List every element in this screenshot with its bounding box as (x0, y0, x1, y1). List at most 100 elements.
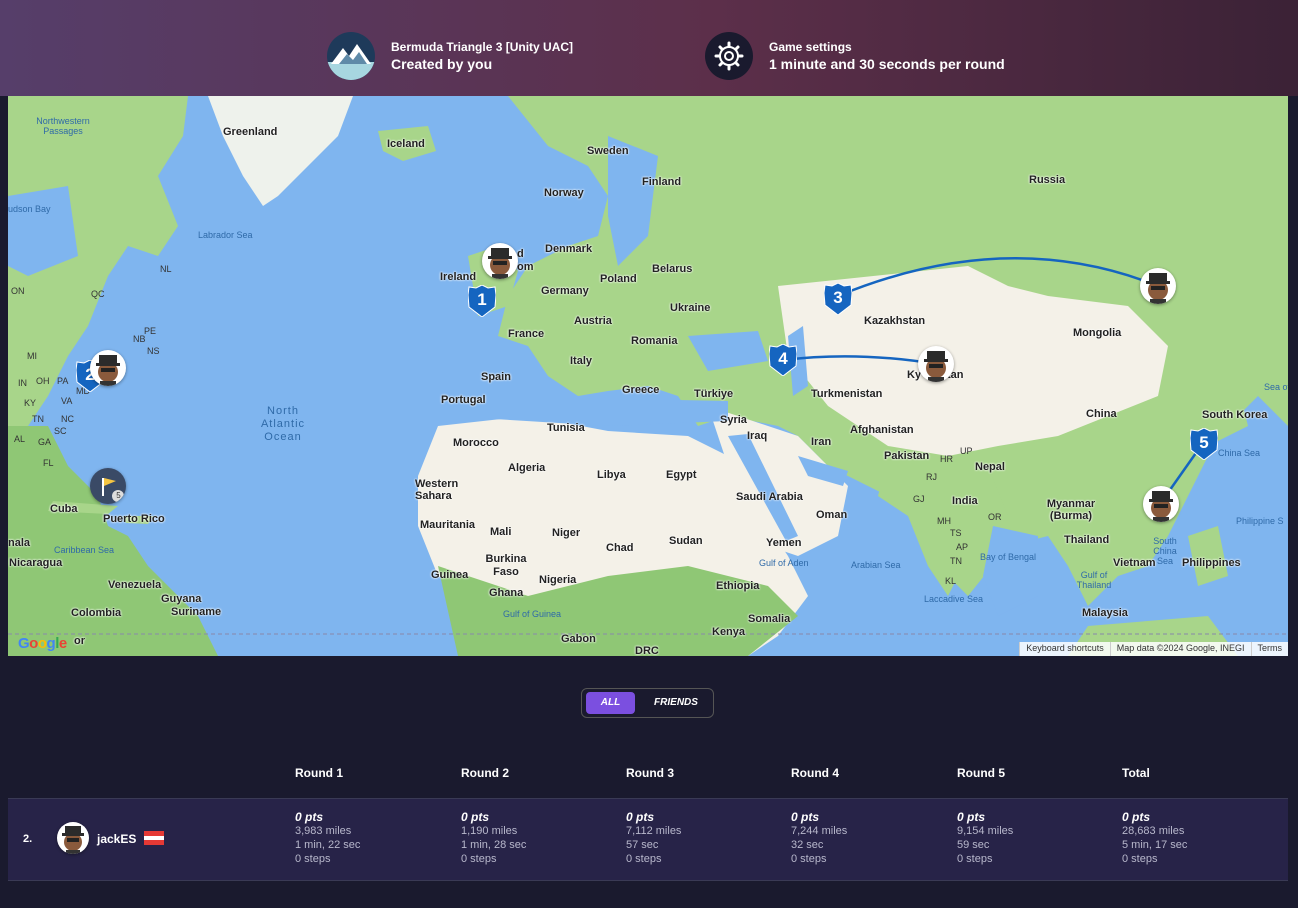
round-pin-4[interactable]: 4 (769, 344, 797, 376)
round-pin-3[interactable]: 3 (824, 283, 852, 315)
province-label: KY (24, 398, 37, 408)
province-label: PA (57, 376, 69, 386)
map-title[interactable]: Bermuda Triangle 3 [Unity UAC] (391, 40, 573, 55)
sea-caribbean: Caribbean Sea (54, 545, 115, 555)
label-mali: Mali (490, 526, 512, 538)
label-philippines: Philippines (1182, 557, 1241, 569)
label-kenya: Kenya (712, 626, 746, 638)
round-pin-5[interactable]: 5 (1190, 428, 1218, 460)
label-greenland: Greenland (223, 126, 278, 138)
map-info[interactable]: Bermuda Triangle 3 [Unity UAC] Created b… (327, 32, 573, 80)
label-iceland: Iceland (387, 138, 425, 150)
label-romania: Romania (631, 335, 678, 347)
settings-badge (705, 32, 753, 80)
label-western-sahara: Western Sahara (415, 478, 459, 502)
province-label: OH (36, 376, 50, 386)
label-india: India (952, 495, 978, 507)
label-greece: Greece (622, 384, 660, 396)
sea-gulf-of-aden: Gulf of Aden (759, 558, 809, 568)
province-label: OR (988, 512, 1002, 522)
player-avatar[interactable] (57, 822, 89, 854)
province-label: NS (147, 346, 160, 356)
location-flag-marker[interactable]: 5 (90, 468, 126, 504)
label-belarus: Belarus (652, 263, 693, 275)
player-name[interactable]: jackES (97, 832, 136, 846)
province-label: AP (956, 542, 969, 552)
label-mongolia: Mongolia (1073, 327, 1122, 339)
label-somalia: Somalia (748, 613, 791, 625)
province-label: TN (32, 414, 44, 424)
results-map[interactable]: Greenland Iceland Sweden Finland Norway … (8, 96, 1288, 656)
guess-avatar[interactable] (90, 350, 126, 386)
map-thumbnail[interactable] (327, 32, 375, 80)
label-guatemala-part: nala (8, 537, 31, 549)
label-syria: Syria (720, 414, 747, 426)
header-round-2: Round 2 (461, 766, 509, 780)
gear-icon (714, 41, 744, 71)
province-label: TN (950, 556, 962, 566)
label-colombia: Colombia (71, 607, 122, 619)
label-thailand: Thailand (1064, 534, 1110, 546)
settings-value: 1 minute and 30 seconds per round (769, 55, 1005, 72)
label-mauritania: Mauritania (420, 519, 476, 531)
filter-friends-button[interactable]: FRIENDS (642, 692, 710, 714)
header-round-5: Round 5 (957, 766, 1005, 780)
label-cuba: Cuba (50, 503, 78, 515)
keyboard-shortcuts-link[interactable]: Keyboard shortcuts (1019, 642, 1110, 656)
label-nigeria: Nigeria (539, 574, 577, 586)
guess-avatar[interactable] (1140, 268, 1176, 304)
header-round-1: Round 1 (295, 766, 343, 780)
label-suriname: Suriname (171, 606, 222, 618)
game-settings: Game settings 1 minute and 30 seconds pe… (705, 32, 1005, 80)
label-burkina-faso: Burkina Faso (485, 553, 527, 578)
label-ukraine: Ukraine (670, 302, 711, 314)
label-chad: Chad (606, 542, 634, 554)
province-label: MH (937, 516, 951, 526)
austria-flag-icon (144, 831, 164, 845)
sea-south-china: South China Sea (1153, 536, 1177, 566)
province-label: MI (27, 351, 37, 361)
settings-title: Game settings (769, 39, 852, 54)
filter-all-button[interactable]: ALL (586, 692, 635, 714)
guess-avatar[interactable] (918, 346, 954, 382)
round-4-result: 0 pts 7,244 miles 32 sec 0 steps (791, 810, 848, 865)
label-morocco: Morocco (453, 437, 499, 449)
map-footer: Keyboard shortcuts Map data ©2024 Google… (1019, 642, 1288, 656)
guess-avatar[interactable] (1143, 486, 1179, 522)
ocean-north-atlantic: North Atlantic Ocean (260, 405, 306, 443)
sea-hudson-bay: udson Bay (8, 204, 51, 214)
province-label: KL (945, 576, 957, 586)
sea-laccadive: Laccadive Sea (924, 594, 984, 604)
label-tunisia: Tunisia (547, 422, 585, 434)
table-row[interactable]: 2. jackES 0 pts 3,983 miles 1 min, 22 sec 0… (8, 799, 1288, 880)
label-italy: Italy (570, 355, 593, 367)
sea-japan: Sea of J (1264, 382, 1288, 392)
label-iran: Iran (811, 436, 832, 448)
table-divider (8, 880, 1288, 881)
label-malaysia: Malaysia (1082, 607, 1128, 619)
round-pin-1[interactable]: 1 (468, 285, 496, 317)
player-rank: 2. (23, 833, 33, 845)
label-russia: Russia (1029, 174, 1066, 186)
label-ghana: Ghana (489, 587, 524, 599)
province-label: PE (144, 326, 157, 336)
label-nicaragua: Nicaragua (9, 557, 63, 569)
label-niger: Niger (552, 527, 581, 539)
header-bar: Bermuda Triangle 3 [Unity UAC] Created b… (0, 0, 1298, 96)
header-round-4: Round 4 (791, 766, 839, 780)
label-germany: Germany (541, 285, 589, 297)
label-ethiopia: Ethiopia (716, 580, 760, 592)
label-pakistan: Pakistan (884, 450, 930, 462)
province-label: IN (18, 378, 27, 388)
label-ecuador-part: or (74, 635, 85, 647)
player-avatar-icon (924, 351, 948, 382)
label-poland: Poland (600, 273, 637, 285)
map-data-attribution: Map data ©2024 Google, INEGI (1109, 642, 1251, 656)
google-logo: Google (18, 635, 67, 652)
guess-avatar[interactable] (482, 243, 518, 279)
terms-link[interactable]: Terms (1250, 642, 1289, 656)
sea-gulf-of-guinea: Gulf of Guinea (503, 609, 562, 619)
label-puerto-rico: Puerto Rico (103, 513, 165, 525)
round-3-result: 0 pts 7,112 miles 57 sec 0 steps (626, 810, 682, 865)
label-turkiye: Türkiye (694, 388, 734, 400)
